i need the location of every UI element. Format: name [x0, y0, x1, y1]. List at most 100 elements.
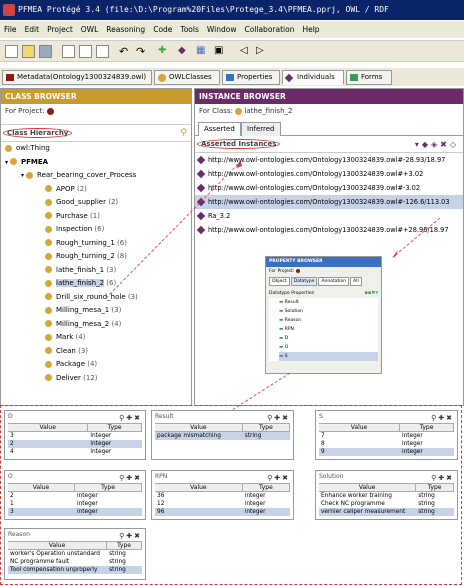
cell-value: Tool compensation unproperly — [10, 567, 98, 573]
panel-actions-icon[interactable]: ⚲✚✖ — [119, 472, 142, 484]
table-row[interactable]: 1 integer — [8, 500, 142, 508]
cell-type: integer — [77, 501, 98, 507]
panel-title: O ⚲✚✖ — [5, 471, 145, 483]
cell-value: 3 — [10, 433, 14, 439]
cell-type: integer — [90, 449, 112, 455]
table-row[interactable]: NC programme fault string — [8, 558, 142, 566]
table-row[interactable]: 2 integer — [8, 492, 142, 500]
panel-title-text: Solution — [319, 473, 344, 480]
table-row[interactable]: 3 integer — [8, 508, 142, 516]
cell-type: integer — [244, 501, 266, 507]
cell-type: integer — [402, 433, 423, 439]
panel-title: D ⚲✚✖ — [5, 411, 145, 423]
panel-header: Value Type — [155, 483, 290, 492]
table-row[interactable]: Tool compensation unproperly string — [8, 566, 142, 574]
cell-value: NC programme fault — [10, 559, 70, 565]
panel-actions-icon[interactable]: ⚲✚✖ — [119, 530, 142, 542]
col-value: Value — [8, 484, 75, 491]
col-type: Type — [88, 424, 142, 431]
cell-type: string — [418, 501, 435, 507]
panel-header: Value Type — [8, 483, 142, 492]
table-row[interactable]: 36 integer — [155, 492, 290, 500]
col-type: Type — [400, 424, 454, 431]
cell-value: 4 — [10, 449, 14, 455]
table-row[interactable]: vernier caliper measurement string — [319, 508, 454, 516]
panel-header: Value Type — [319, 483, 454, 492]
panel-actions-icon[interactable]: ⚲✚✖ — [267, 472, 290, 484]
col-type: Type — [243, 484, 290, 491]
panel-title: RPN ⚲✚✖ — [152, 471, 293, 483]
panel-actions-icon[interactable]: ⚲✚✖ — [431, 412, 454, 424]
panel-title: Result ⚲✚✖ — [152, 411, 293, 423]
cell-value: 8 — [321, 441, 325, 447]
cell-type: string — [418, 509, 435, 515]
col-type: Type — [243, 424, 290, 431]
panel-title: Solution ⚲✚✖ — [316, 471, 457, 483]
cell-value: 3 — [10, 509, 14, 515]
table-row[interactable]: 3 integer — [8, 432, 142, 440]
table-row[interactable]: 8 integer — [319, 440, 454, 448]
cell-type: string — [109, 559, 126, 565]
col-value: Value — [8, 542, 108, 549]
panel-o: O ⚲✚✖ Value Type 2 integer 1 integer 3 intege… — [4, 470, 146, 520]
col-value: Value — [155, 424, 243, 431]
panel-title-text: RPN — [155, 473, 168, 480]
cell-type: integer — [402, 449, 423, 455]
table-row[interactable]: Check NC programme string — [319, 500, 454, 508]
panel-title-text: D — [8, 413, 13, 420]
cell-value: 9 — [321, 449, 325, 455]
col-value: Value — [8, 424, 89, 431]
table-row[interactable]: 9 integer — [319, 448, 454, 456]
panel-rpn: RPN ⚲✚✖ Value Type 36 integer 12 integer 96 i… — [151, 470, 294, 520]
panel-reason: Reason ⚲✚✖ Value Type worker's Operation u… — [4, 528, 146, 580]
col-type: Type — [75, 484, 142, 491]
cell-value: 2 — [10, 441, 14, 447]
table-row[interactable]: 2 integer — [8, 440, 142, 448]
cell-value: 2 — [10, 493, 14, 499]
panel-actions-icon[interactable]: ⚲✚✖ — [267, 412, 290, 424]
panel-title-text: Result — [155, 413, 174, 420]
col-value: Value — [155, 484, 243, 491]
cell-value: Check NC programme — [321, 501, 385, 507]
panel-actions-icon[interactable]: ⚲✚✖ — [119, 412, 142, 424]
table-row[interactable]: 7 integer — [319, 432, 454, 440]
cell-type: string — [418, 493, 435, 499]
cell-type: integer — [77, 493, 98, 499]
panel-title-text: S — [319, 413, 323, 420]
table-row[interactable]: Enhance worker training string — [319, 492, 454, 500]
cell-value: package mismatching — [157, 433, 221, 439]
cell-value: 12 — [157, 501, 165, 507]
cell-value: vernier caliper measurement — [321, 509, 406, 515]
cell-value: 96 — [157, 509, 165, 515]
table-row[interactable]: 12 integer — [155, 500, 290, 508]
col-type: Type — [416, 484, 454, 491]
cell-type: integer — [244, 493, 266, 499]
cell-value: 1 — [10, 501, 14, 507]
panel-title-text: Reason — [8, 531, 30, 538]
cell-type: integer — [90, 441, 112, 447]
cell-value: 7 — [321, 433, 325, 439]
cell-value: Enhance worker training — [321, 493, 392, 499]
panel-title: S ⚲✚✖ — [316, 411, 457, 423]
panel-actions-icon[interactable]: ⚲✚✖ — [431, 472, 454, 484]
cell-value: worker's Operation unstandard — [10, 551, 100, 557]
panel-s: S ⚲✚✖ Value Type 7 integer 8 integer 9 intege… — [315, 410, 458, 460]
table-row[interactable]: worker's Operation unstandard string — [8, 550, 142, 558]
cell-type: integer — [77, 509, 98, 515]
col-type: Type — [107, 542, 142, 549]
cell-type: string — [109, 567, 126, 573]
table-row[interactable]: package mismatching string — [155, 432, 290, 440]
panel-title: Reason ⚲✚✖ — [5, 529, 145, 541]
cell-value: 36 — [157, 493, 165, 499]
cell-type: string — [109, 551, 126, 557]
panel-header: Value Type — [8, 423, 142, 432]
table-row[interactable]: 4 integer — [8, 448, 142, 456]
col-value: Value — [319, 484, 417, 491]
table-row[interactable]: 96 integer — [155, 508, 290, 516]
col-value: Value — [319, 424, 400, 431]
panel-solution: Solution ⚲✚✖ Value Type Enhance worker tra… — [315, 470, 458, 520]
panel-d: D ⚲✚✖ Value Type 3 integer 2 integer 4 intege… — [4, 410, 146, 460]
cell-type: string — [244, 433, 262, 439]
panel-result: Result ⚲✚✖ Value Type package mismatching s… — [151, 410, 294, 460]
panel-title-text: O — [8, 473, 13, 480]
